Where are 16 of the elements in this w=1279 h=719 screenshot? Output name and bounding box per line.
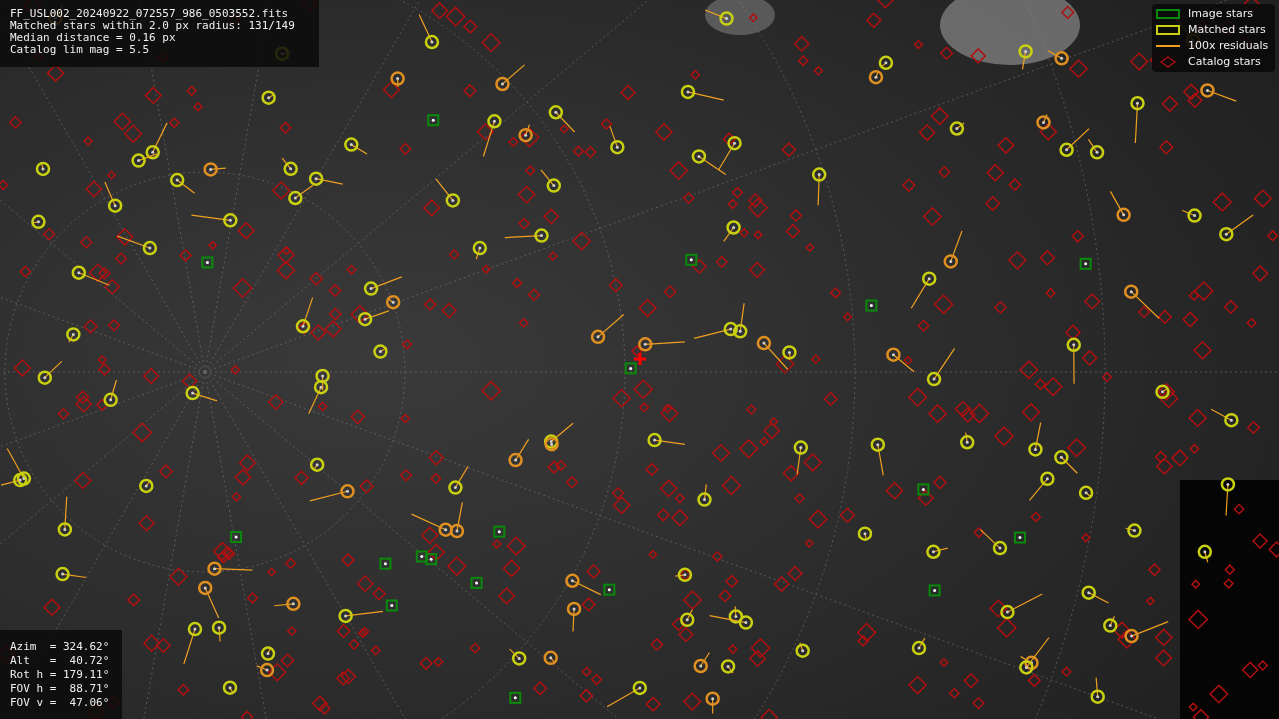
info-text: Catalog lim mag = 5.5 — [10, 44, 151, 56]
square-icon — [1156, 9, 1180, 19]
info-text: Median distance = 0.16 px — [10, 32, 177, 44]
pointing-text: FOV v = 47.06° — [10, 696, 111, 710]
legend-label: Catalog stars — [1188, 53, 1261, 70]
rectangle-icon — [1156, 25, 1180, 35]
legend-label: Image stars — [1188, 5, 1253, 22]
legend-label: Matched stars — [1188, 21, 1266, 38]
pointing-text: Azim = 324.62° — [10, 640, 111, 654]
pointing-text: FOV h = 88.71° — [10, 682, 111, 696]
pointing-text: Alt = 40.72° — [10, 654, 111, 668]
pointing-text: Rot h = 179.11° — [10, 668, 111, 682]
legend-label: 100x residuals — [1188, 37, 1269, 54]
info-text: Matched stars within 2.0 px radius: 131/149 — [10, 20, 296, 32]
line-icon — [1156, 45, 1180, 47]
info-text: FF_USL002_20240922_072557_986_0503552.fits — [10, 8, 290, 20]
